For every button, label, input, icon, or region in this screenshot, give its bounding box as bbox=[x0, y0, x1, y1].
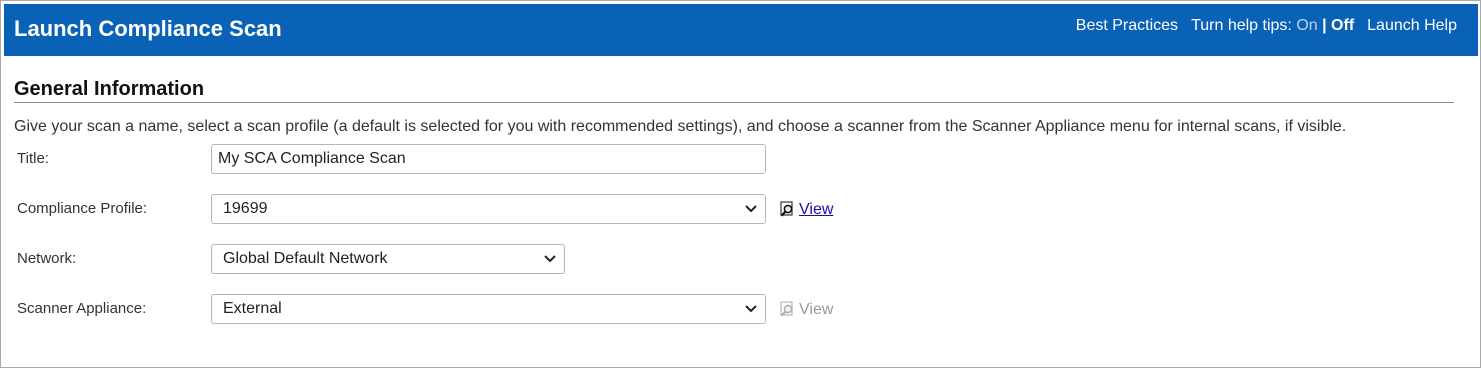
scanner-appliance-value: External bbox=[223, 300, 282, 317]
compliance-profile-label: Compliance Profile: bbox=[17, 200, 148, 217]
best-practices-link[interactable]: Best Practices bbox=[1076, 17, 1178, 34]
magnifier-document-icon bbox=[780, 201, 796, 222]
scanner-appliance-view-link: View bbox=[780, 301, 833, 322]
help-tips-separator: | bbox=[1322, 17, 1327, 34]
view-label: View bbox=[799, 201, 834, 218]
compliance-profile-select[interactable]: 19699 bbox=[211, 194, 766, 224]
dialog-frame: Launch Compliance Scan Best Practices Tur… bbox=[0, 0, 1481, 368]
help-tips-label: Turn help tips: bbox=[1191, 17, 1292, 34]
chevron-down-icon bbox=[544, 255, 556, 263]
header-links: Best Practices Turn help tips: On | Off La… bbox=[1076, 17, 1457, 35]
help-tips-off-toggle[interactable]: Off bbox=[1331, 17, 1354, 34]
title-label: Title: bbox=[17, 150, 49, 167]
section-description: Give your scan a name, select a scan pro… bbox=[14, 118, 1347, 135]
chevron-down-icon bbox=[745, 205, 757, 213]
network-select[interactable]: Global Default Network bbox=[211, 244, 565, 274]
network-label: Network: bbox=[17, 250, 77, 267]
page-title: Launch Compliance Scan bbox=[14, 16, 282, 41]
network-value: Global Default Network bbox=[223, 250, 388, 267]
page-header: Launch Compliance Scan Best Practices Tur… bbox=[4, 4, 1478, 56]
section-title: General Information bbox=[14, 78, 205, 100]
chevron-down-icon bbox=[745, 305, 757, 313]
magnifier-document-icon bbox=[780, 301, 796, 322]
compliance-profile-view-link[interactable]: View bbox=[780, 201, 833, 222]
compliance-profile-value: 19699 bbox=[223, 200, 268, 217]
title-input[interactable] bbox=[211, 144, 766, 174]
launch-help-link[interactable]: Launch Help bbox=[1367, 17, 1457, 34]
scanner-appliance-select[interactable]: External bbox=[211, 294, 766, 324]
scanner-appliance-label: Scanner Appliance: bbox=[17, 300, 147, 317]
section-divider bbox=[14, 102, 1454, 103]
view-label: View bbox=[799, 301, 834, 318]
help-tips-on-toggle[interactable]: On bbox=[1296, 17, 1317, 34]
